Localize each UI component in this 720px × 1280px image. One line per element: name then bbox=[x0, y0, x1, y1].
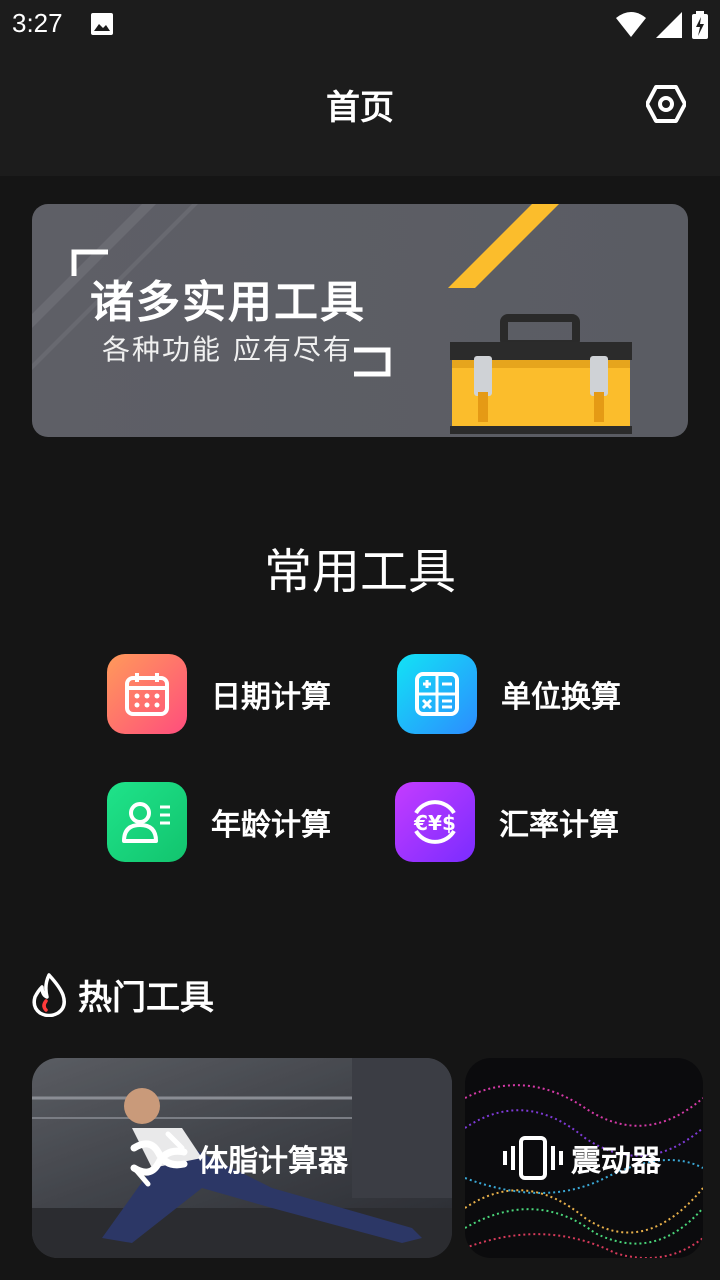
cell-signal-icon bbox=[656, 12, 682, 38]
tool-date-calc[interactable]: 日期计算 bbox=[107, 654, 331, 734]
image-notification-icon bbox=[91, 13, 113, 35]
currency-exchange-icon: €¥$ bbox=[395, 782, 475, 862]
card-title-row: 体脂计算器 bbox=[128, 1128, 348, 1188]
card-label: 震动器 bbox=[571, 1144, 661, 1179]
card-title-row: 震动器 bbox=[503, 1136, 661, 1180]
body-fat-icon bbox=[130, 1131, 188, 1187]
common-tools-title: 常用工具 bbox=[263, 544, 456, 600]
card-body-fat-calculator[interactable]: 体脂计算器 bbox=[32, 1058, 452, 1258]
tool-label: 单位换算 bbox=[501, 680, 621, 715]
status-indicators bbox=[616, 10, 708, 40]
calendar-icon bbox=[107, 654, 187, 734]
vibrate-icon bbox=[503, 1136, 563, 1180]
tool-exchange-rate[interactable]: €¥$ 汇率计算 bbox=[395, 782, 619, 862]
banner-title: 诸多实用工具 bbox=[90, 277, 366, 328]
app-bar: 首页 bbox=[0, 50, 720, 176]
flame-icon bbox=[32, 972, 66, 1017]
status-bar: 3:27 bbox=[0, 0, 720, 50]
svg-text:€¥$: €¥$ bbox=[413, 811, 456, 835]
card-label: 体脂计算器 bbox=[198, 1144, 348, 1179]
page-title: 首页 bbox=[326, 88, 394, 128]
card-vibrator[interactable]: 震动器 bbox=[465, 1058, 703, 1258]
calculator-icon bbox=[397, 654, 477, 734]
hot-tools-title: 热门工具 bbox=[78, 978, 214, 1018]
banner-subtitle: 各种功能 应有尽有 bbox=[102, 333, 353, 366]
wifi-icon bbox=[616, 12, 646, 37]
battery-charging-icon bbox=[692, 11, 708, 39]
status-time: 3:27 bbox=[12, 8, 63, 38]
tool-label: 汇率计算 bbox=[499, 808, 619, 843]
tool-label: 年龄计算 bbox=[211, 808, 331, 843]
person-card-icon bbox=[107, 782, 187, 862]
tool-age-calc[interactable]: 年龄计算 bbox=[107, 782, 331, 862]
hot-tools-header: 热门工具 bbox=[30, 970, 214, 1019]
settings-hexagon-icon[interactable] bbox=[646, 84, 686, 124]
tool-unit-convert[interactable]: 单位换算 bbox=[397, 654, 621, 734]
promo-banner[interactable]: 诸多实用工具 各种功能 应有尽有 bbox=[32, 204, 688, 437]
tool-label: 日期计算 bbox=[211, 680, 331, 715]
